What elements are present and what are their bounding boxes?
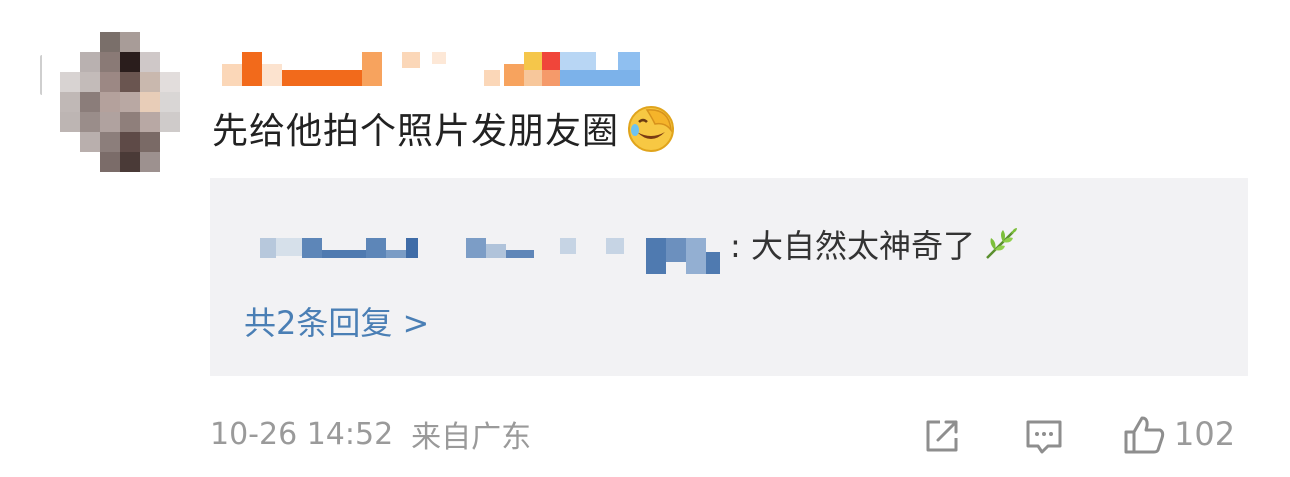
comment-text: 先给他拍个照片发朋友圈 <box>212 102 677 154</box>
view-replies-link[interactable]: 共2条回复 > <box>244 298 429 344</box>
avatar[interactable] <box>60 32 180 172</box>
reply-text: : 大自然太神奇了 <box>730 218 1021 270</box>
reply-body: : 大自然太神奇了 <box>730 227 975 265</box>
comment-button[interactable] <box>1022 412 1066 460</box>
reply-preview[interactable]: : 大自然太神奇了 共2条回复 > <box>210 178 1248 376</box>
leaf-icon <box>981 224 1021 264</box>
share-icon <box>926 420 958 452</box>
username[interactable] <box>222 48 642 88</box>
timestamp: 10-26 14:52 <box>210 416 394 452</box>
avatar-edge <box>40 55 44 95</box>
comment-body: 先给他拍个照片发朋友圈 <box>212 111 620 152</box>
like-count: 102 <box>1174 415 1236 453</box>
comment-icon <box>1026 420 1062 454</box>
laughing-crying-emoji-icon <box>625 102 677 154</box>
comment-meta: 10-26 14:52 来自广东 <box>210 414 532 456</box>
location: 来自广东 <box>411 420 532 455</box>
reply-username[interactable] <box>260 230 730 274</box>
thumbs-up-icon <box>1124 416 1165 454</box>
like-button[interactable]: 102 <box>1122 410 1235 458</box>
share-button[interactable] <box>920 412 964 460</box>
